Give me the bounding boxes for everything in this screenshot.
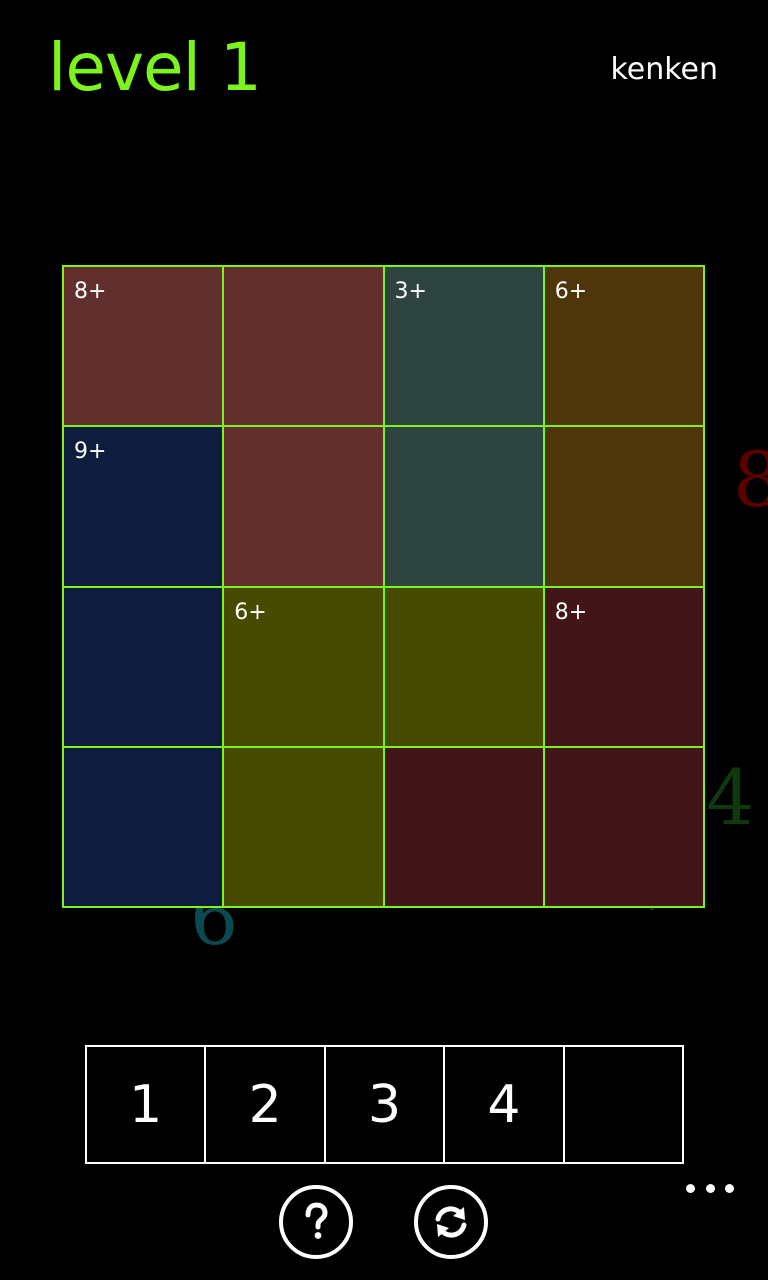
page-title: level 1 (48, 29, 262, 106)
board-cell[interactable]: 6+ (223, 586, 384, 747)
background-digit: 4 (706, 753, 755, 842)
cage-clue: 8+ (554, 599, 588, 625)
cage-clue: 6+ (554, 279, 588, 304)
ellipsis-icon (725, 1183, 734, 1193)
board-cell[interactable]: 3+ (383, 266, 544, 427)
question-icon (305, 1202, 328, 1239)
refresh-button[interactable] (414, 1185, 488, 1259)
number-palette: 1234 (85, 1045, 684, 1164)
cage-clue: 3+ (394, 279, 427, 304)
board-cell[interactable] (63, 586, 224, 747)
board-cell[interactable] (223, 746, 384, 907)
help-button[interactable] (279, 1185, 353, 1259)
refresh-icon (435, 1206, 467, 1238)
number-key-4[interactable]: 4 (445, 1047, 565, 1162)
board-cell[interactable] (383, 426, 544, 587)
number-key-2[interactable]: 2 (206, 1047, 326, 1162)
board-cell[interactable] (543, 426, 704, 587)
board-cell[interactable] (63, 746, 224, 907)
board-cell[interactable] (223, 426, 384, 587)
ellipsis-icon (686, 1183, 695, 1193)
board-cell[interactable]: 8+ (63, 266, 224, 427)
clear-key[interactable] (565, 1047, 682, 1162)
cage-clue: 9+ (74, 439, 107, 465)
cage-clue: 6+ (234, 599, 267, 625)
board-cell[interactable] (383, 746, 544, 907)
board-cell[interactable] (223, 266, 384, 427)
background-digit: 8 (733, 435, 768, 524)
board-cell[interactable]: 6+ (543, 266, 704, 427)
more-button[interactable] (686, 1176, 734, 1200)
kenken-board: 8+ 3+ 6+ 9+ 6+ 8+ (62, 265, 705, 908)
number-key-1[interactable]: 1 (87, 1047, 207, 1162)
cage-clue: 8+ (74, 279, 107, 304)
board-cell[interactable]: 9+ (63, 426, 224, 587)
board-cell[interactable]: 8+ (543, 586, 704, 747)
ellipsis-icon (705, 1183, 715, 1193)
number-key-3[interactable]: 3 (326, 1047, 446, 1162)
board-cell[interactable] (383, 586, 544, 747)
board-cell[interactable] (543, 746, 704, 907)
app-name: kenken (610, 52, 718, 87)
